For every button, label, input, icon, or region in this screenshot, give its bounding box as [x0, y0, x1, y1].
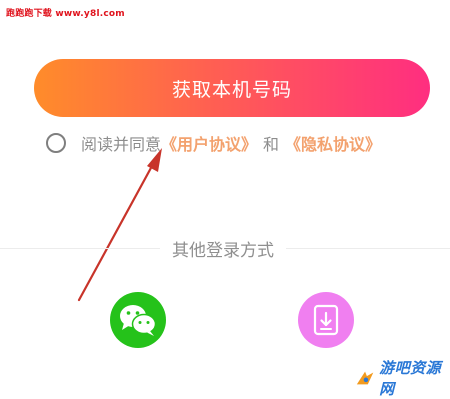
bottom-watermark: 游吧资源网 — [355, 359, 450, 398]
other-login-label: 其他登录方式 — [160, 236, 286, 261]
user-agreement-link[interactable]: 《用户协议》 — [161, 131, 257, 155]
wechat-icon — [120, 305, 157, 336]
bottom-watermark-text: 游吧资源网 — [379, 359, 442, 398]
agreement-radio[interactable] — [46, 133, 66, 153]
agreement-row: 阅读并同意 《用户协议》 和 《隐私协议》 — [46, 130, 381, 156]
get-phone-number-button[interactable]: 获取本机号码 — [34, 59, 430, 117]
wechat-login-button[interactable] — [110, 292, 166, 348]
phone-download-icon — [313, 304, 339, 336]
top-watermark: 跑跑跑下载 www.y8l.com — [6, 9, 125, 19]
privacy-policy-link[interactable]: 《隐私协议》 — [285, 131, 381, 155]
agreement-conjunction: 和 — [263, 135, 280, 154]
phone-login-button[interactable] — [298, 292, 354, 348]
agreement-prefix: 阅读并同意 — [81, 135, 162, 154]
site-logo-icon — [356, 371, 374, 385]
